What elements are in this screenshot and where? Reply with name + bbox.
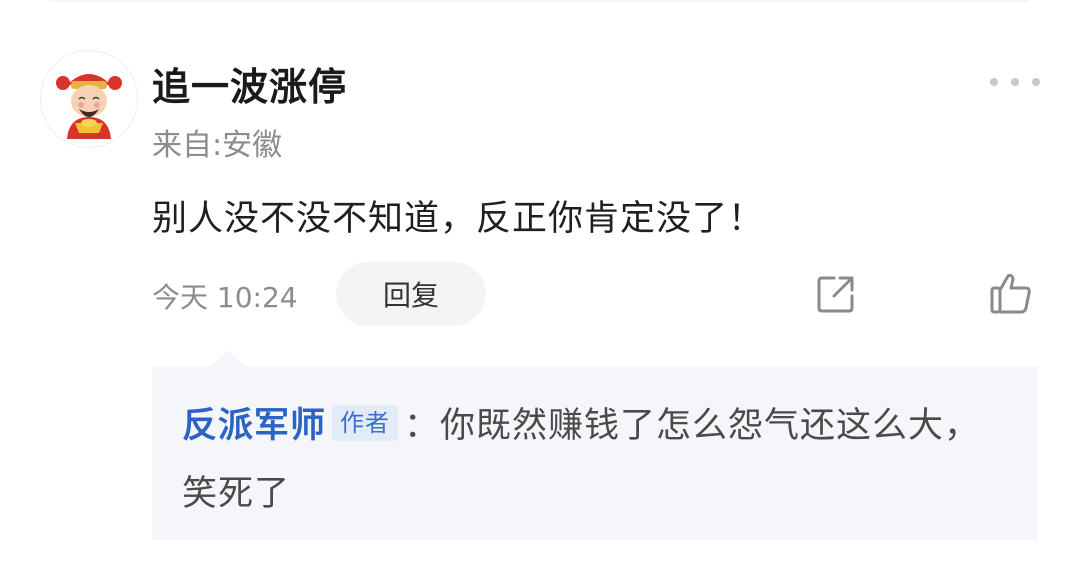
author-tag-badge: 作者 — [332, 405, 399, 441]
previous-card-edge — [44, 0, 1034, 2]
more-options-button[interactable] — [990, 72, 1040, 92]
more-dot-icon — [1032, 78, 1040, 86]
reply-separator: ： — [404, 406, 441, 446]
user-avatar[interactable] — [40, 50, 138, 148]
reply-box-pointer — [212, 350, 244, 366]
comment-location: 来自:安徽 — [152, 128, 283, 163]
share-icon[interactable] — [814, 272, 858, 316]
comment-timestamp: 今天 10:24 — [152, 281, 298, 314]
reply-box: 反派军师 作者 ：你既然赚钱了怎么怨气还这么大，笑死了 — [152, 366, 1038, 540]
reply-button[interactable]: 回复 — [336, 262, 486, 326]
reply-author-name[interactable]: 反派军师 — [182, 406, 326, 446]
reply-text: 反派军师 作者 ：你既然赚钱了怎么怨气还这么大，笑死了 — [182, 392, 1012, 528]
more-dot-icon — [1011, 78, 1019, 86]
avatar-icon — [56, 74, 122, 139]
more-dot-icon — [990, 78, 998, 86]
thumbs-up-icon[interactable] — [988, 270, 1034, 316]
comment-username[interactable]: 追一波涨停 — [152, 56, 347, 111]
reply-button-label: 回复 — [382, 279, 439, 312]
comment-content: 别人没不没不知道，反正你肯定没了！ — [152, 199, 765, 239]
